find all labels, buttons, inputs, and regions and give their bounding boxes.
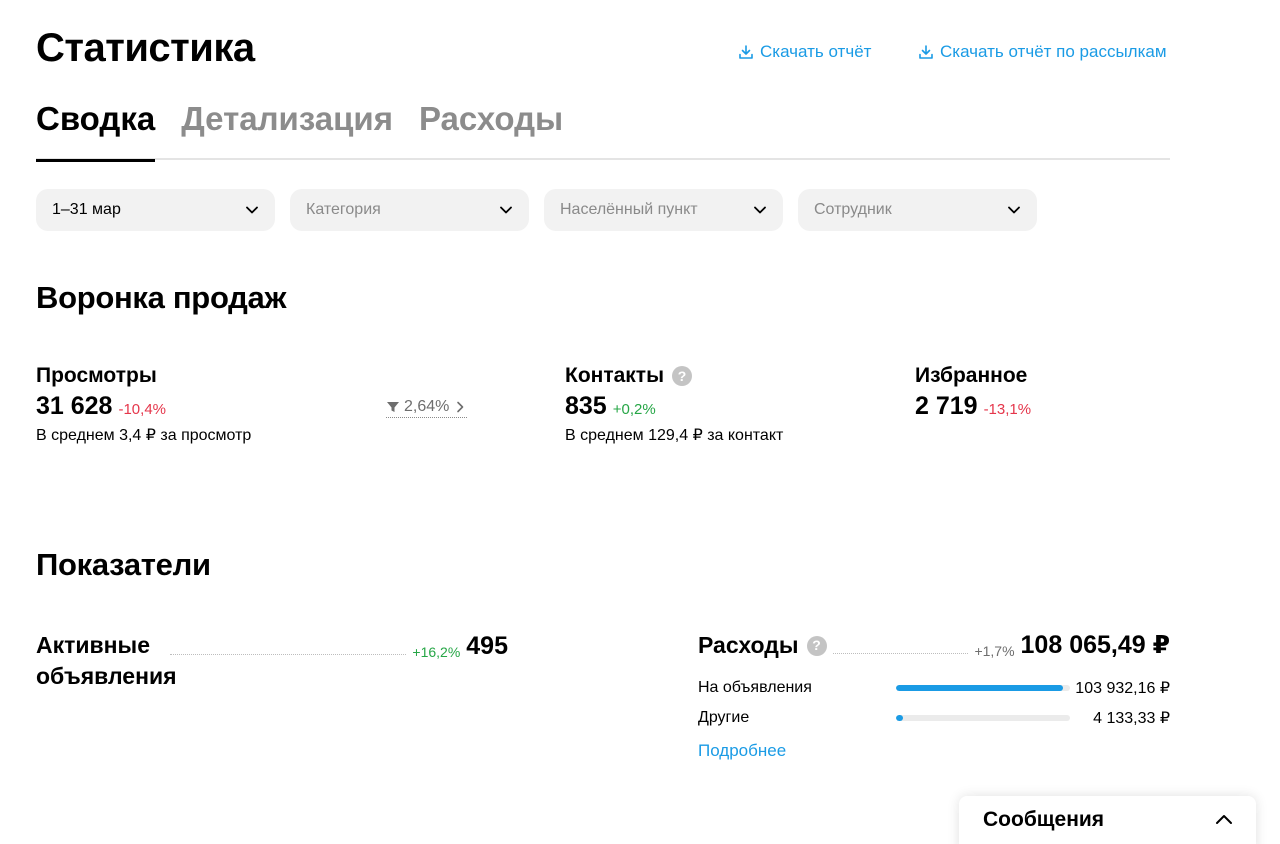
expense-ads-label: На объявления: [698, 679, 812, 696]
chevron-right-icon: [457, 401, 464, 413]
expenses-value: 108 065,49 ₽: [1020, 631, 1170, 659]
views-change: -10,4%: [118, 401, 166, 418]
active-ads-metric: Активные объявления +16,2% 495: [36, 630, 508, 692]
active-ads-change: +16,2%: [412, 644, 461, 660]
employee-select[interactable]: Сотрудник: [798, 189, 1037, 231]
period-select[interactable]: 1–31 мар: [36, 189, 275, 231]
contacts-metric: Контакты ? 835 +0,2% В среднем 129,4 ₽ з…: [565, 364, 783, 445]
expense-other-value: 4 133,33 ₽: [1093, 710, 1170, 727]
contacts-change: +0,2%: [612, 401, 656, 418]
dotted-leader: [832, 653, 969, 654]
messages-widget[interactable]: Сообщения: [959, 796, 1256, 844]
expense-other-bar: [896, 715, 1070, 721]
expense-row-ads: На объявления 103 932,16 ₽: [698, 673, 1170, 703]
chevron-down-icon: [246, 206, 258, 214]
help-icon[interactable]: ?: [672, 366, 693, 386]
favorites-value: 2 719: [915, 392, 978, 420]
conversion-value: 2,64%: [404, 398, 450, 415]
download-icon: [739, 45, 753, 59]
funnel-icon: [387, 402, 399, 412]
views-value: 31 628: [36, 392, 113, 420]
download-mailing-report-link[interactable]: Скачать отчёт по рассылкам: [918, 42, 1167, 62]
chevron-up-icon: [1216, 815, 1232, 824]
chevron-down-icon: [1008, 206, 1020, 214]
contacts-label: Контакты: [565, 364, 665, 387]
download-icon: [919, 45, 933, 59]
tab-expenses[interactable]: Расходы: [419, 100, 563, 160]
expense-row-other: Другие 4 133,33 ₽: [698, 703, 1170, 733]
expenses-more-link[interactable]: Подробнее: [698, 741, 1170, 761]
contacts-value: 835: [565, 392, 607, 420]
contacts-average: В среднем 129,4 ₽ за контакт: [565, 427, 784, 444]
favorites-change: -13,1%: [983, 401, 1032, 418]
filter-bar: 1–31 мар Категория Населённый пункт Сотр…: [36, 189, 1037, 231]
chevron-down-icon: [754, 206, 766, 214]
download-mailing-report-label: Скачать отчёт по рассылкам: [940, 42, 1167, 61]
metrics-section-title: Показатели: [36, 547, 211, 582]
expense-other-label: Другие: [698, 709, 750, 726]
period-value: 1–31 мар: [52, 201, 121, 218]
views-metric: Просмотры 31 628 -10,4% В среднем 3,4 ₽ …: [36, 364, 251, 445]
views-average: В среднем 3,4 ₽ за просмотр: [36, 427, 252, 444]
page-title: Статистика: [36, 26, 255, 70]
tab-details[interactable]: Детализация: [181, 100, 393, 160]
category-placeholder: Категория: [306, 201, 381, 218]
active-ads-label: Активные объявления: [36, 632, 177, 689]
expense-ads-bar-fill: [896, 685, 1064, 691]
category-select[interactable]: Категория: [290, 189, 529, 231]
help-icon[interactable]: ?: [806, 635, 827, 656]
expense-other-bar-fill: [896, 715, 903, 721]
expenses-metric: Расходы ? +1,7% 108 065,49 ₽ На объявлен…: [698, 630, 1170, 761]
expenses-change: +1,7%: [974, 643, 1015, 659]
dotted-leader: [170, 654, 407, 655]
favorites-metric: Избранное 2 719 -13,1%: [915, 364, 1031, 421]
expense-ads-bar: [896, 685, 1070, 691]
chevron-down-icon: [500, 206, 512, 214]
funnel-section-title: Воронка продаж: [36, 280, 287, 315]
expenses-label: Расходы: [698, 632, 799, 658]
employee-placeholder: Сотрудник: [814, 201, 892, 218]
active-ads-value: 495: [466, 632, 508, 660]
tab-summary[interactable]: Сводка: [36, 100, 156, 162]
views-label: Просмотры: [36, 364, 157, 387]
download-report-label: Скачать отчёт: [760, 42, 872, 61]
favorites-label: Избранное: [915, 364, 1028, 387]
download-report-link[interactable]: Скачать отчёт: [738, 42, 871, 62]
conversion-link[interactable]: 2,64%: [386, 398, 468, 418]
messages-label: Сообщения: [983, 808, 1105, 831]
tab-bar: Сводка Детализация Расходы: [36, 100, 1170, 162]
location-placeholder: Населённый пункт: [560, 201, 698, 218]
location-select[interactable]: Населённый пункт: [544, 189, 783, 231]
expense-ads-value: 103 932,16 ₽: [1075, 680, 1170, 697]
